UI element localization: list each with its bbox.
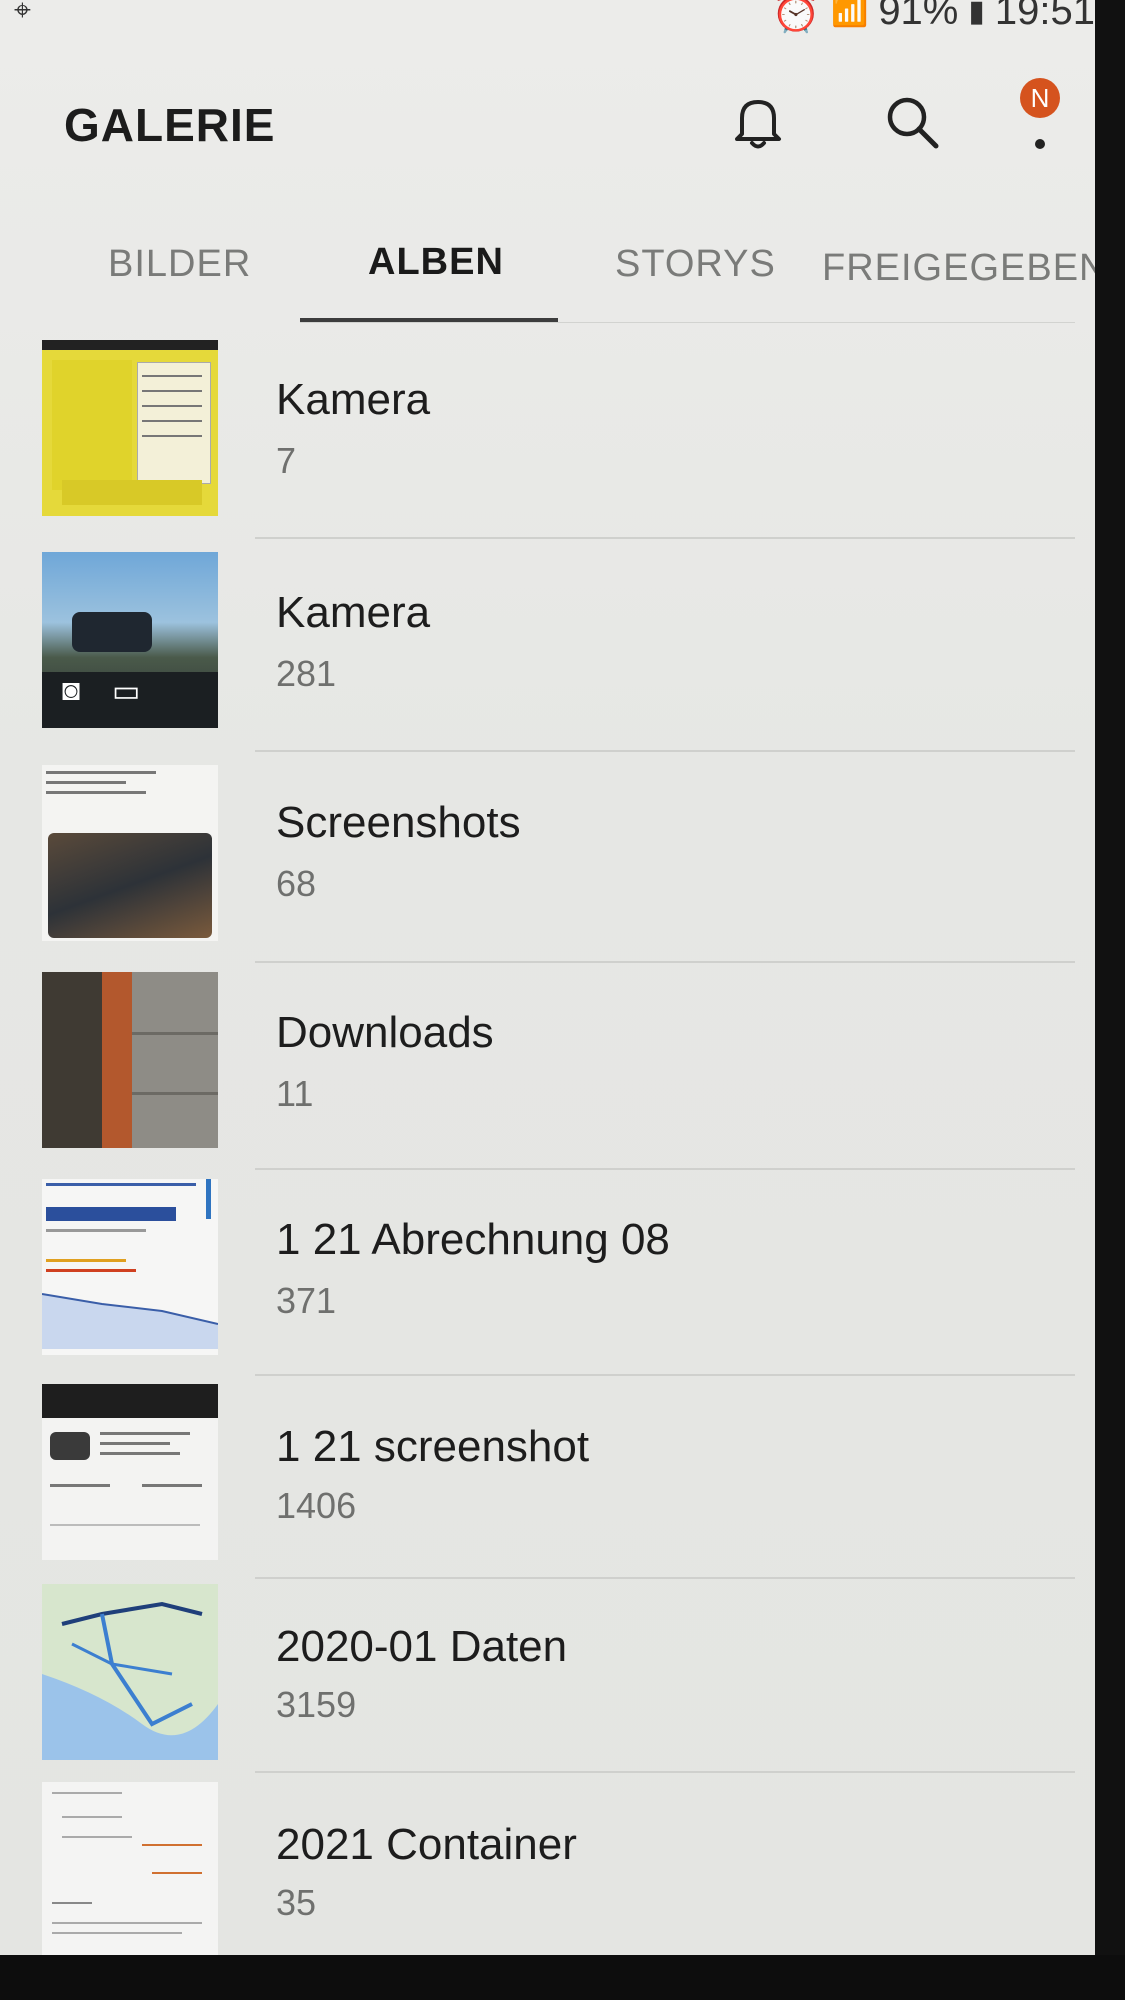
list-divider bbox=[255, 1577, 1075, 1579]
album-name: Kamera bbox=[276, 588, 431, 637]
album-name: 1 21 screenshot bbox=[276, 1422, 590, 1471]
list-divider bbox=[255, 1771, 1075, 1773]
album-item[interactable]: 1 21 Abrechnung 08 371 bbox=[0, 1177, 1095, 1377]
list-divider bbox=[255, 1374, 1075, 1376]
list-divider bbox=[255, 537, 1075, 539]
album-thumbnail bbox=[42, 1384, 218, 1560]
album-count: 68 bbox=[276, 863, 317, 904]
clock: 19:51 bbox=[994, 0, 1095, 33]
album-name: 2020-01 Daten bbox=[276, 1622, 568, 1671]
camera-icon: ◙ bbox=[62, 674, 81, 707]
album-thumbnail: ◙ ▭ bbox=[42, 552, 218, 728]
tab-bilder[interactable]: BILDER bbox=[108, 243, 251, 286]
album-count: 281 bbox=[276, 653, 337, 694]
status-bar: ⌖ ⏰ 📶 91% ▮ 19:51 bbox=[0, 0, 1095, 40]
tab-freigegeben[interactable]: FREIGEGEBEN bbox=[822, 247, 1095, 290]
search-icon[interactable] bbox=[882, 92, 942, 152]
album-thumbnail bbox=[42, 765, 218, 941]
battery-percent: 91% bbox=[878, 0, 959, 33]
alarm-icon: ⏰ bbox=[771, 0, 821, 34]
album-count: 7 bbox=[276, 440, 297, 481]
album-count: 1406 bbox=[276, 1485, 357, 1526]
album-name: Kamera bbox=[276, 375, 431, 424]
album-name: 2021 Container bbox=[276, 1820, 577, 1869]
battery-icon: ▮ bbox=[968, 0, 985, 28]
album-count: 3159 bbox=[276, 1684, 357, 1725]
tabs-divider bbox=[300, 322, 1075, 323]
tab-bar: BILDER ALBEN STORYS FREIGEGEBEN bbox=[0, 235, 1095, 325]
device-bezel-right bbox=[1095, 0, 1125, 2000]
more-vert-icon[interactable] bbox=[1010, 118, 1070, 158]
profile-badge[interactable]: N bbox=[1020, 78, 1060, 118]
album-item[interactable]: Kamera 7 bbox=[0, 335, 1095, 539]
wifi-icon: 📶 bbox=[830, 0, 869, 28]
album-count: 371 bbox=[276, 1280, 337, 1321]
list-divider bbox=[255, 750, 1075, 752]
album-name: Screenshots bbox=[276, 798, 521, 847]
tab-alben[interactable]: ALBEN bbox=[368, 241, 504, 284]
album-item[interactable]: ◙ ▭ Kamera 281 bbox=[0, 550, 1095, 752]
location-icon: ⌖ bbox=[14, 0, 31, 27]
list-divider bbox=[255, 1168, 1075, 1170]
gallery-screen: ⌖ ⏰ 📶 91% ▮ 19:51 GALERIE N BILDER ALBEN… bbox=[0, 0, 1095, 1955]
album-thumbnail bbox=[42, 1179, 218, 1355]
status-right: ⏰ 📶 91% ▮ 19:51 bbox=[771, 0, 1095, 35]
album-name: 1 21 Abrechnung 08 bbox=[276, 1215, 670, 1264]
album-item[interactable]: Screenshots 68 bbox=[0, 763, 1095, 963]
device-bezel-bottom bbox=[0, 1955, 1125, 2000]
album-item[interactable]: 1 21 screenshot 1406 bbox=[0, 1384, 1095, 1584]
album-thumbnail bbox=[42, 340, 218, 516]
sd-card-icon: ▭ bbox=[112, 675, 141, 708]
album-item[interactable]: 2021 Container 35 bbox=[0, 1782, 1095, 1955]
list-divider bbox=[255, 961, 1075, 963]
album-thumbnail bbox=[42, 1782, 218, 1955]
page-title: GALERIE bbox=[64, 99, 276, 151]
bell-icon[interactable] bbox=[728, 92, 788, 152]
album-name: Downloads bbox=[276, 1008, 494, 1057]
album-item[interactable]: Downloads 11 bbox=[0, 970, 1095, 1170]
album-thumbnail bbox=[42, 1584, 218, 1760]
album-count: 35 bbox=[276, 1882, 317, 1923]
album-item[interactable]: 2020-01 Daten 3159 bbox=[0, 1584, 1095, 1784]
album-thumbnail bbox=[42, 972, 218, 1148]
album-count: 11 bbox=[276, 1073, 314, 1114]
tab-storys[interactable]: STORYS bbox=[615, 243, 776, 286]
